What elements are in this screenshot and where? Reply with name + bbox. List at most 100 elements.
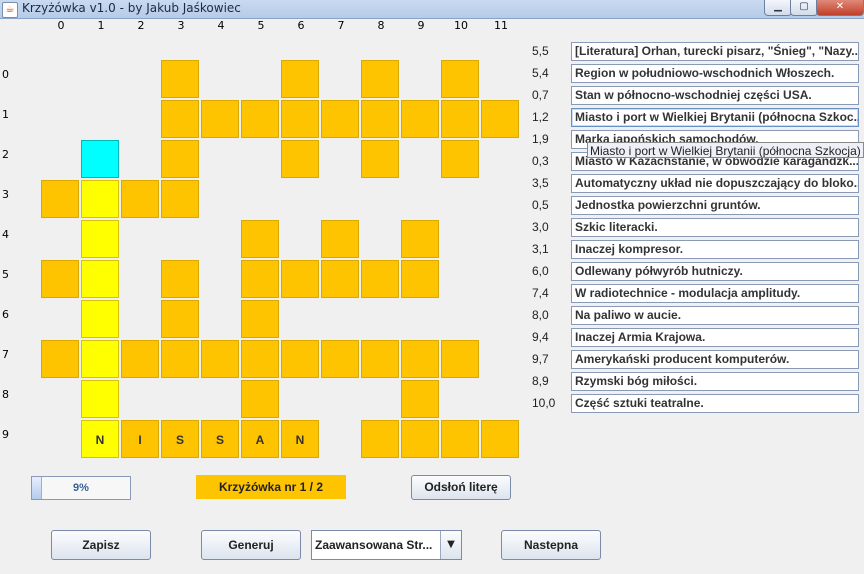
grid-cell[interactable] xyxy=(401,260,439,298)
clue-field[interactable]: Szkic literacki. xyxy=(571,218,859,237)
minimize-button[interactable]: ▁ xyxy=(764,0,792,16)
clue-field[interactable]: Stan w północno-wschodniej części USA. xyxy=(571,86,859,105)
maximize-button[interactable]: ▢ xyxy=(790,0,818,16)
next-button[interactable]: Nastepna xyxy=(501,530,601,560)
row-number: 8 xyxy=(2,388,9,401)
grid-cell[interactable] xyxy=(241,100,279,138)
grid-cell[interactable] xyxy=(81,340,119,378)
clue-field[interactable]: Jednostka powierzchni gruntów. xyxy=(571,196,859,215)
grid-cell[interactable] xyxy=(401,220,439,258)
grid-cell[interactable] xyxy=(361,420,399,458)
grid-cell[interactable] xyxy=(81,260,119,298)
grid-cell[interactable] xyxy=(241,300,279,338)
grid-cell[interactable] xyxy=(81,220,119,258)
chevron-down-icon[interactable]: ▼ xyxy=(440,531,461,559)
clue-field[interactable]: W radiotechnice - modulacja amplitudy. xyxy=(571,284,859,303)
grid-cell[interactable]: A xyxy=(241,420,279,458)
grid-cell[interactable] xyxy=(161,180,199,218)
grid-cell[interactable] xyxy=(361,60,399,98)
clue-field[interactable]: Część sztuki teatralne. xyxy=(571,394,859,413)
grid-cell[interactable] xyxy=(441,340,479,378)
grid-cell[interactable] xyxy=(81,300,119,338)
grid-cell[interactable]: I xyxy=(121,420,159,458)
grid-cell[interactable] xyxy=(441,420,479,458)
clue-position: 1,9 xyxy=(532,132,549,146)
grid-cell[interactable] xyxy=(321,260,359,298)
grid-cell[interactable] xyxy=(481,100,519,138)
grid-cell[interactable] xyxy=(241,340,279,378)
grid-cell[interactable] xyxy=(41,260,79,298)
clue-field[interactable]: Miasto i port w Wielkiej Brytanii (półno… xyxy=(571,108,859,127)
reveal-letter-button[interactable]: Odsłoń literę xyxy=(411,475,511,500)
row-number: 3 xyxy=(2,188,9,201)
grid-cell[interactable]: S xyxy=(161,420,199,458)
clue-field[interactable]: Region w południowo-wschodnich Włoszech. xyxy=(571,64,859,83)
grid-cell[interactable] xyxy=(281,100,319,138)
grid-cell[interactable] xyxy=(321,340,359,378)
grid-cell[interactable] xyxy=(321,100,359,138)
progress-bar: 9% xyxy=(31,476,131,500)
clue-field[interactable]: Amerykański producent komputerów. xyxy=(571,350,859,369)
grid-cell[interactable] xyxy=(201,100,239,138)
row-number: 6 xyxy=(2,308,9,321)
grid-cell[interactable]: N xyxy=(281,420,319,458)
grid-cell[interactable]: S xyxy=(201,420,239,458)
grid-cell[interactable] xyxy=(241,260,279,298)
java-icon: ☕ xyxy=(2,2,18,18)
clue-field[interactable]: Na paliwo w aucie. xyxy=(571,306,859,325)
grid-cell[interactable] xyxy=(41,180,79,218)
grid-cell[interactable]: N xyxy=(81,420,119,458)
grid-cell[interactable] xyxy=(41,340,79,378)
grid-cell[interactable] xyxy=(361,100,399,138)
grid-cell[interactable] xyxy=(361,260,399,298)
grid-cell[interactable] xyxy=(161,300,199,338)
grid-cell[interactable] xyxy=(481,420,519,458)
grid-cell[interactable] xyxy=(401,420,439,458)
clue-field[interactable]: Odlewany półwyrób hutniczy. xyxy=(571,262,859,281)
clue-field[interactable]: Rzymski bóg miłości. xyxy=(571,372,859,391)
close-button[interactable]: ✕ xyxy=(816,0,864,16)
grid-cell[interactable] xyxy=(281,140,319,178)
grid-cell[interactable] xyxy=(401,100,439,138)
column-number: 7 xyxy=(337,19,345,32)
clue-position: 3,1 xyxy=(532,242,549,256)
grid-cell[interactable] xyxy=(361,340,399,378)
grid-cell[interactable] xyxy=(401,340,439,378)
grid-cell[interactable] xyxy=(161,260,199,298)
clue-field[interactable]: Inaczej kompresor. xyxy=(571,240,859,259)
grid-cell[interactable] xyxy=(81,380,119,418)
clue-position: 8,9 xyxy=(532,374,549,388)
clue-field[interactable]: Inaczej Armia Krajowa. xyxy=(571,328,859,347)
grid-cell[interactable] xyxy=(281,260,319,298)
grid-cell[interactable] xyxy=(401,380,439,418)
clue-position: 6,0 xyxy=(532,264,549,278)
grid-cell[interactable] xyxy=(161,340,199,378)
clue-position: 0,3 xyxy=(532,154,549,168)
grid-cell[interactable] xyxy=(441,140,479,178)
save-button[interactable]: Zapisz xyxy=(51,530,151,560)
clue-field[interactable]: [Literatura] Orhan, turecki pisarz, "Śni… xyxy=(571,42,859,61)
grid-cell[interactable] xyxy=(361,140,399,178)
grid-cell[interactable] xyxy=(161,140,199,178)
column-number: 2 xyxy=(137,19,145,32)
grid-cell[interactable] xyxy=(281,340,319,378)
grid-cell[interactable] xyxy=(161,60,199,98)
grid-cell[interactable] xyxy=(121,340,159,378)
grid-cell[interactable] xyxy=(201,340,239,378)
grid-cell[interactable] xyxy=(161,100,199,138)
grid-cell[interactable] xyxy=(121,180,159,218)
title-bar: ☕ Krzyżówka v1.0 - by Jakub Jaśkowiec ▁ … xyxy=(0,0,864,19)
clue-field[interactable]: Automatyczny układ nie dopuszczający do … xyxy=(571,174,859,193)
grid-cell[interactable] xyxy=(81,180,119,218)
grid-cell[interactable] xyxy=(441,100,479,138)
grid-cell[interactable] xyxy=(281,60,319,98)
generate-button[interactable]: Generuj xyxy=(201,530,301,560)
row-number: 2 xyxy=(2,148,9,161)
difficulty-select[interactable]: Zaawansowana Str... ▼ xyxy=(311,530,462,560)
grid-cell[interactable] xyxy=(241,220,279,258)
grid-cell-selected[interactable] xyxy=(81,140,119,178)
grid-cell[interactable] xyxy=(441,60,479,98)
grid-cell[interactable] xyxy=(321,220,359,258)
grid-cell[interactable] xyxy=(241,380,279,418)
column-number: 0 xyxy=(57,19,65,32)
